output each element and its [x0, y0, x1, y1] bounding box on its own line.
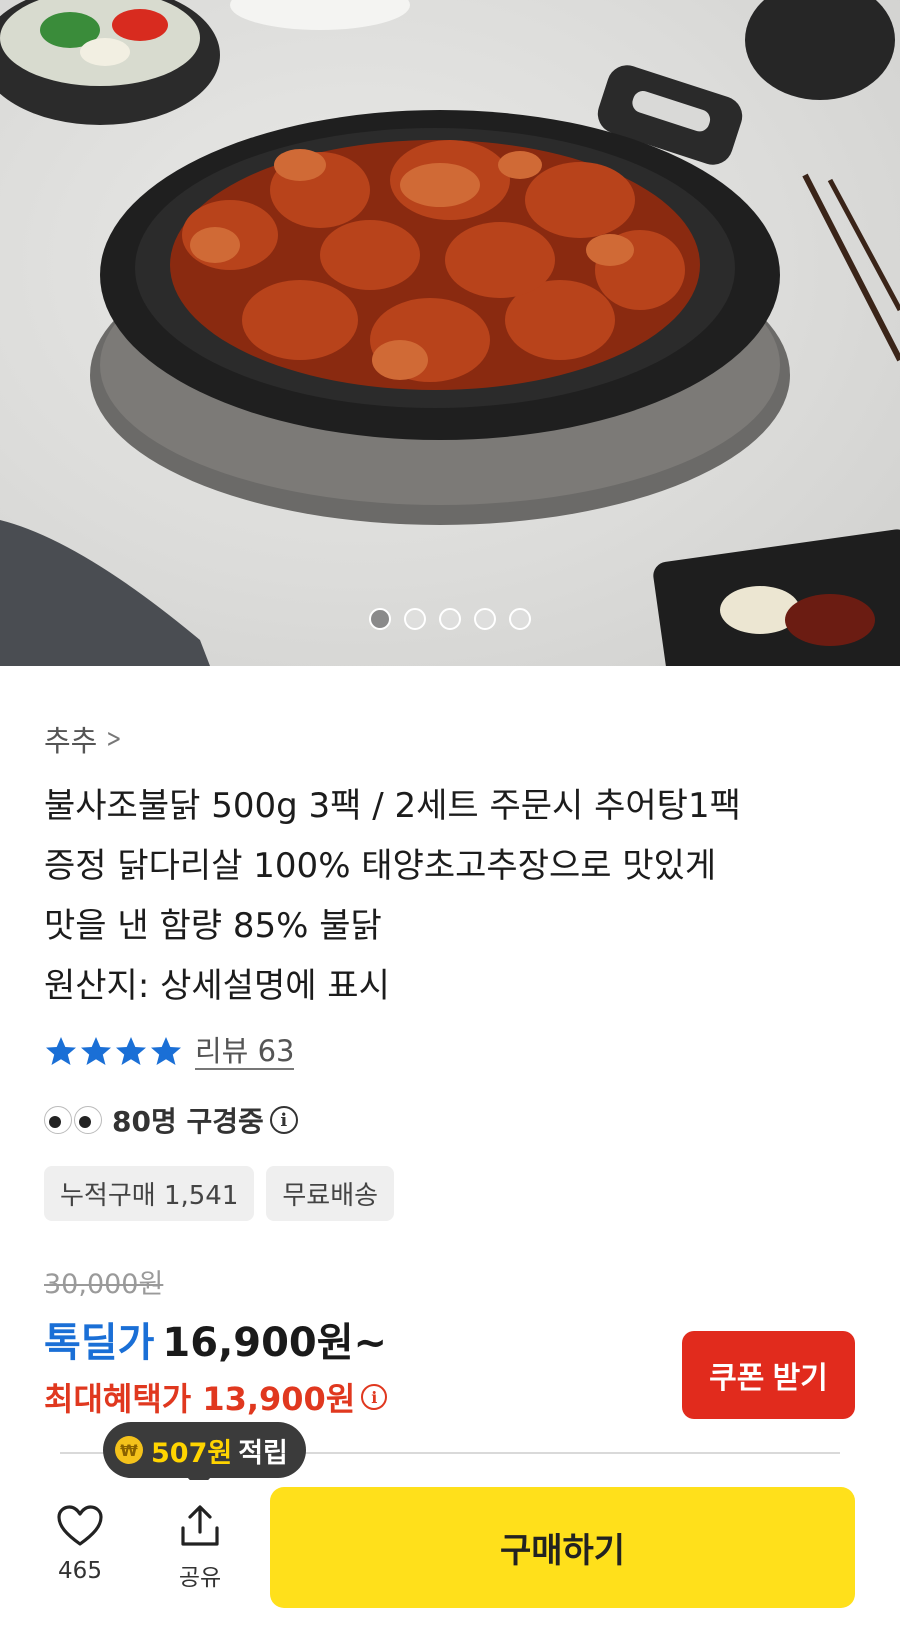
product-badges: 누적구매 1,541 무료배송 — [44, 1166, 395, 1221]
carousel-dot[interactable] — [509, 608, 531, 630]
product-title-line: 불사조불닭 500g 3팩 / 2세트 주문시 추어탕1팩 — [44, 786, 741, 826]
deal-label: 톡딜가 — [44, 1320, 155, 1366]
max-benefit-price: 최대혜택가 13,900원 i — [44, 1374, 388, 1420]
free-shipping-badge: 무료배송 — [266, 1166, 395, 1221]
points-amount: 507원 — [151, 1437, 233, 1469]
seller-name: 추추 — [44, 724, 98, 758]
star-rating — [44, 1035, 183, 1069]
carousel-dot[interactable] — [474, 608, 496, 630]
seller-link[interactable]: 추추 > — [44, 718, 125, 760]
points-tooltip: ₩ 507원 적립 — [103, 1422, 306, 1490]
deal-price-row: 톡딜가 16,900원~ — [44, 1310, 387, 1368]
original-price: 30,000원 — [44, 1269, 164, 1300]
star-icon — [46, 1037, 76, 1065]
buy-button[interactable]: 구매하기 — [270, 1487, 855, 1608]
viewers-text: 80명 구경중 — [112, 1105, 264, 1138]
points-text: 적립 — [238, 1437, 288, 1469]
share-label: 공유 — [178, 1565, 222, 1591]
product-photo — [0, 0, 900, 666]
star-icon — [151, 1037, 181, 1065]
bottom-action-bar: 465 공유 구매하기 — [0, 1480, 900, 1634]
viewers-indicator: 80명 구경중 i — [44, 1100, 298, 1140]
carousel-dot[interactable] — [369, 608, 391, 630]
heart-icon — [57, 1505, 103, 1546]
product-title: 불사조불닭 500g 3팩 / 2세트 주문시 추어탕1팩 증정 닭다리살 10… — [44, 776, 864, 1016]
rating-row: 리뷰 63 — [44, 1034, 295, 1070]
product-title-line: 맛을 낸 함량 85% 불닭 — [44, 906, 382, 946]
like-count: 465 — [58, 1558, 102, 1584]
share-button[interactable]: 공유 — [155, 1504, 245, 1592]
get-coupon-button[interactable]: 쿠폰 받기 — [682, 1331, 855, 1419]
star-icon — [81, 1037, 111, 1065]
carousel-dot[interactable] — [439, 608, 461, 630]
like-button[interactable]: 465 — [35, 1504, 125, 1584]
star-icon — [116, 1037, 146, 1065]
coin-icon: ₩ — [115, 1436, 143, 1464]
carousel-indicator — [0, 608, 900, 630]
product-title-line: 원산지: 상세설명에 표시 — [44, 966, 390, 1006]
deal-price: 16,900원~ — [162, 1320, 388, 1366]
product-title-line: 증정 닭다리살 100% 태양초고추장으로 맛있게 — [44, 846, 717, 886]
purchase-count-badge: 누적구매 1,541 — [44, 1166, 255, 1221]
chevron-right-icon: > — [106, 724, 122, 754]
carousel-dot[interactable] — [404, 608, 426, 630]
info-icon[interactable]: i — [269, 1106, 298, 1134]
share-icon — [181, 1505, 219, 1546]
review-link[interactable]: 리뷰 63 — [195, 1034, 295, 1070]
product-image-carousel[interactable] — [0, 0, 900, 666]
benefit-info-icon[interactable]: i — [361, 1384, 388, 1410]
max-benefit-text: 최대혜택가 13,900원 — [44, 1380, 356, 1418]
eyes-icon — [44, 1106, 102, 1134]
